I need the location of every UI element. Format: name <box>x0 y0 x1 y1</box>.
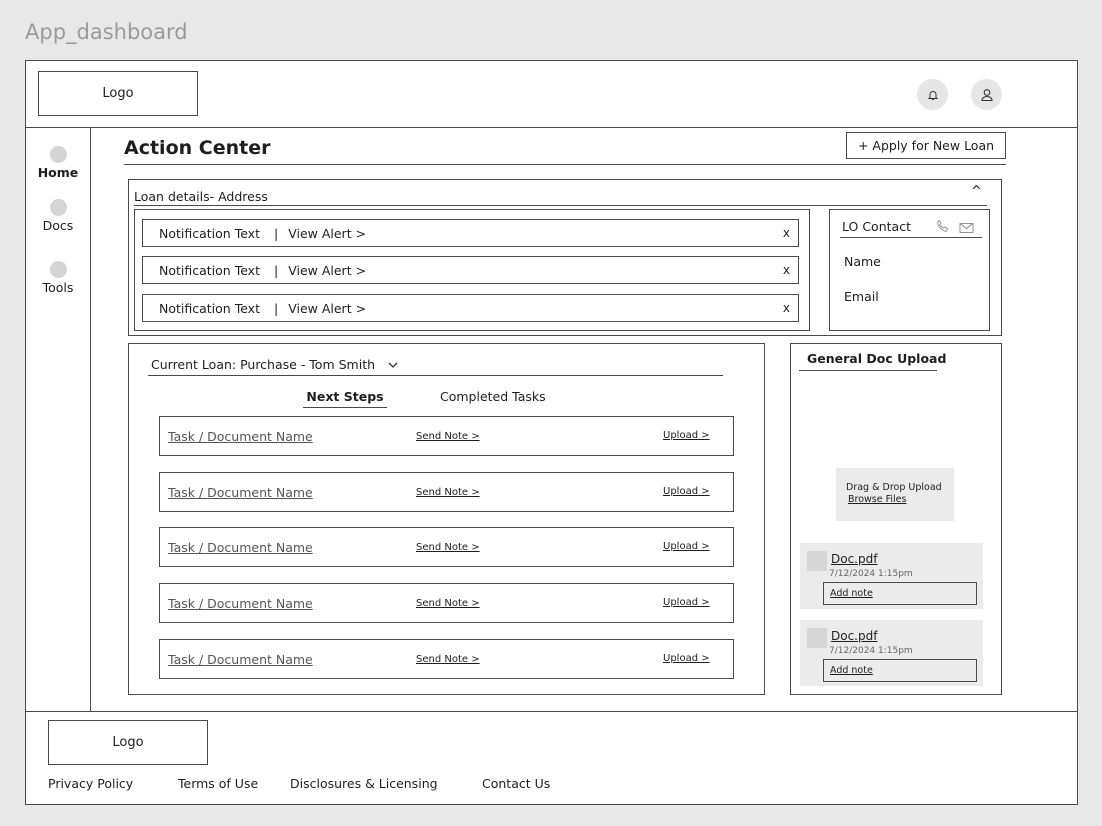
frame-title: App_dashboard <box>25 20 188 44</box>
loan-selector-label: Current Loan: Purchase - Tom Smith <box>151 357 376 372</box>
sidebar-item-label: Home <box>37 165 79 180</box>
notification-row: Notification Text | View Alert > x <box>142 294 799 322</box>
upload-link[interactable]: Upload > <box>663 541 710 552</box>
sidebar-item-label: Tools <box>42 280 74 295</box>
task-row: Task / Document Name Send Note > Upload … <box>159 416 734 456</box>
drop-zone[interactable]: Drag & Drop Upload Browse Files <box>836 468 954 521</box>
task-row: Task / Document Name Send Note > Upload … <box>159 472 734 512</box>
sidebar: Home Docs Tools <box>25 127 91 712</box>
contact-us-link[interactable]: Contact Us <box>482 776 550 791</box>
disclosures-licensing-link[interactable]: Disclosures & Licensing <box>290 776 438 791</box>
send-note-link[interactable]: Send Note > <box>416 598 480 609</box>
footer-divider <box>25 711 1078 712</box>
loan-selector[interactable]: Current Loan: Purchase - Tom Smith <box>151 357 398 372</box>
browse-files-link[interactable]: Browse Files <box>848 494 906 505</box>
home-icon <box>49 146 67 163</box>
notification-row: Notification Text | View Alert > x <box>142 256 799 284</box>
lo-contact-divider <box>840 237 982 238</box>
sidebar-item-home[interactable]: Home <box>26 146 90 180</box>
lo-contact-name: Name <box>844 254 881 269</box>
drop-zone-text: Drag & Drop Upload <box>846 482 942 493</box>
notification-text: Notification Text <box>159 262 260 278</box>
header-logo[interactable]: Logo <box>38 71 198 116</box>
tab-completed-tasks[interactable]: Completed Tasks <box>440 389 546 404</box>
task-row: Task / Document Name Send Note > Upload … <box>159 527 734 567</box>
doc-name-link[interactable]: Doc.pdf <box>831 629 877 643</box>
footer-logo[interactable]: Logo <box>48 720 208 765</box>
upload-link[interactable]: Upload > <box>663 597 710 608</box>
task-document-link[interactable]: Task / Document Name <box>168 596 313 611</box>
send-note-link[interactable]: Send Note > <box>416 654 480 665</box>
notification-row: Notification Text | View Alert > x <box>142 219 799 247</box>
doc-date: 7/12/2024 1:15pm <box>829 569 913 579</box>
sidebar-item-docs[interactable]: Docs <box>26 199 90 233</box>
tools-icon <box>49 261 67 278</box>
collapse-icon[interactable]: ^ <box>971 184 982 199</box>
doc-date: 7/12/2024 1:15pm <box>829 646 913 656</box>
active-tab-indicator <box>303 407 387 408</box>
notification-text: Notification Text <box>159 300 260 316</box>
send-note-link[interactable]: Send Note > <box>416 542 480 553</box>
task-document-link[interactable]: Task / Document Name <box>168 485 313 500</box>
terms-of-use-link[interactable]: Terms of Use <box>178 776 258 791</box>
task-document-link[interactable]: Task / Document Name <box>168 652 313 667</box>
view-alert-link[interactable]: View Alert > <box>288 301 366 316</box>
view-alert-link[interactable]: View Alert > <box>288 263 366 278</box>
uploaded-doc-card: Doc.pdf 7/12/2024 1:15pm Add note <box>800 543 983 609</box>
notification-separator: | <box>273 262 279 278</box>
lo-contact-email: Email <box>844 289 879 304</box>
task-document-link[interactable]: Task / Document Name <box>168 429 313 444</box>
close-icon[interactable]: x <box>783 226 790 240</box>
send-note-link[interactable]: Send Note > <box>416 431 480 442</box>
notification-separator: | <box>273 300 279 316</box>
task-document-link[interactable]: Task / Document Name <box>168 540 313 555</box>
sidebar-item-label: Docs <box>42 218 74 233</box>
notification-text: Notification Text <box>159 225 260 241</box>
bell-icon[interactable] <box>917 79 948 110</box>
sidebar-item-tools[interactable]: Tools <box>26 261 90 295</box>
title-divider <box>124 164 1006 165</box>
doc-upload-title-underline <box>799 370 937 371</box>
file-icon <box>807 628 827 648</box>
close-icon[interactable]: x <box>783 301 790 315</box>
privacy-policy-link[interactable]: Privacy Policy <box>48 776 133 791</box>
add-note-field[interactable]: Add note <box>823 659 977 682</box>
docs-icon <box>49 199 67 216</box>
upload-link[interactable]: Upload > <box>663 653 710 664</box>
upload-link[interactable]: Upload > <box>663 486 710 497</box>
upload-link[interactable]: Upload > <box>663 430 710 441</box>
view-alert-link[interactable]: View Alert > <box>288 226 366 241</box>
user-icon[interactable] <box>971 79 1002 110</box>
loan-details-label: Loan details- Address <box>134 189 268 204</box>
lo-contact-title: LO Contact <box>842 219 911 234</box>
send-note-link[interactable]: Send Note > <box>416 487 480 498</box>
uploaded-doc-card: Doc.pdf 7/12/2024 1:15pm Add note <box>800 620 983 686</box>
file-icon <box>807 551 827 571</box>
doc-name-link[interactable]: Doc.pdf <box>831 552 877 566</box>
add-note-field[interactable]: Add note <box>823 582 977 605</box>
task-row: Task / Document Name Send Note > Upload … <box>159 639 734 679</box>
close-icon[interactable]: x <box>783 263 790 277</box>
tab-next-steps[interactable]: Next Steps <box>303 389 387 404</box>
mail-icon[interactable] <box>959 219 974 238</box>
loan-selector-underline <box>148 375 723 376</box>
loan-details-divider <box>134 205 987 206</box>
notification-separator: | <box>273 225 279 241</box>
apply-new-loan-button[interactable]: + Apply for New Loan <box>846 132 1006 159</box>
task-row: Task / Document Name Send Note > Upload … <box>159 583 734 623</box>
page-title: Action Center <box>124 137 271 159</box>
doc-upload-title: General Doc Upload <box>807 351 947 366</box>
phone-icon[interactable] <box>936 218 950 237</box>
chevron-down-icon <box>388 362 398 368</box>
